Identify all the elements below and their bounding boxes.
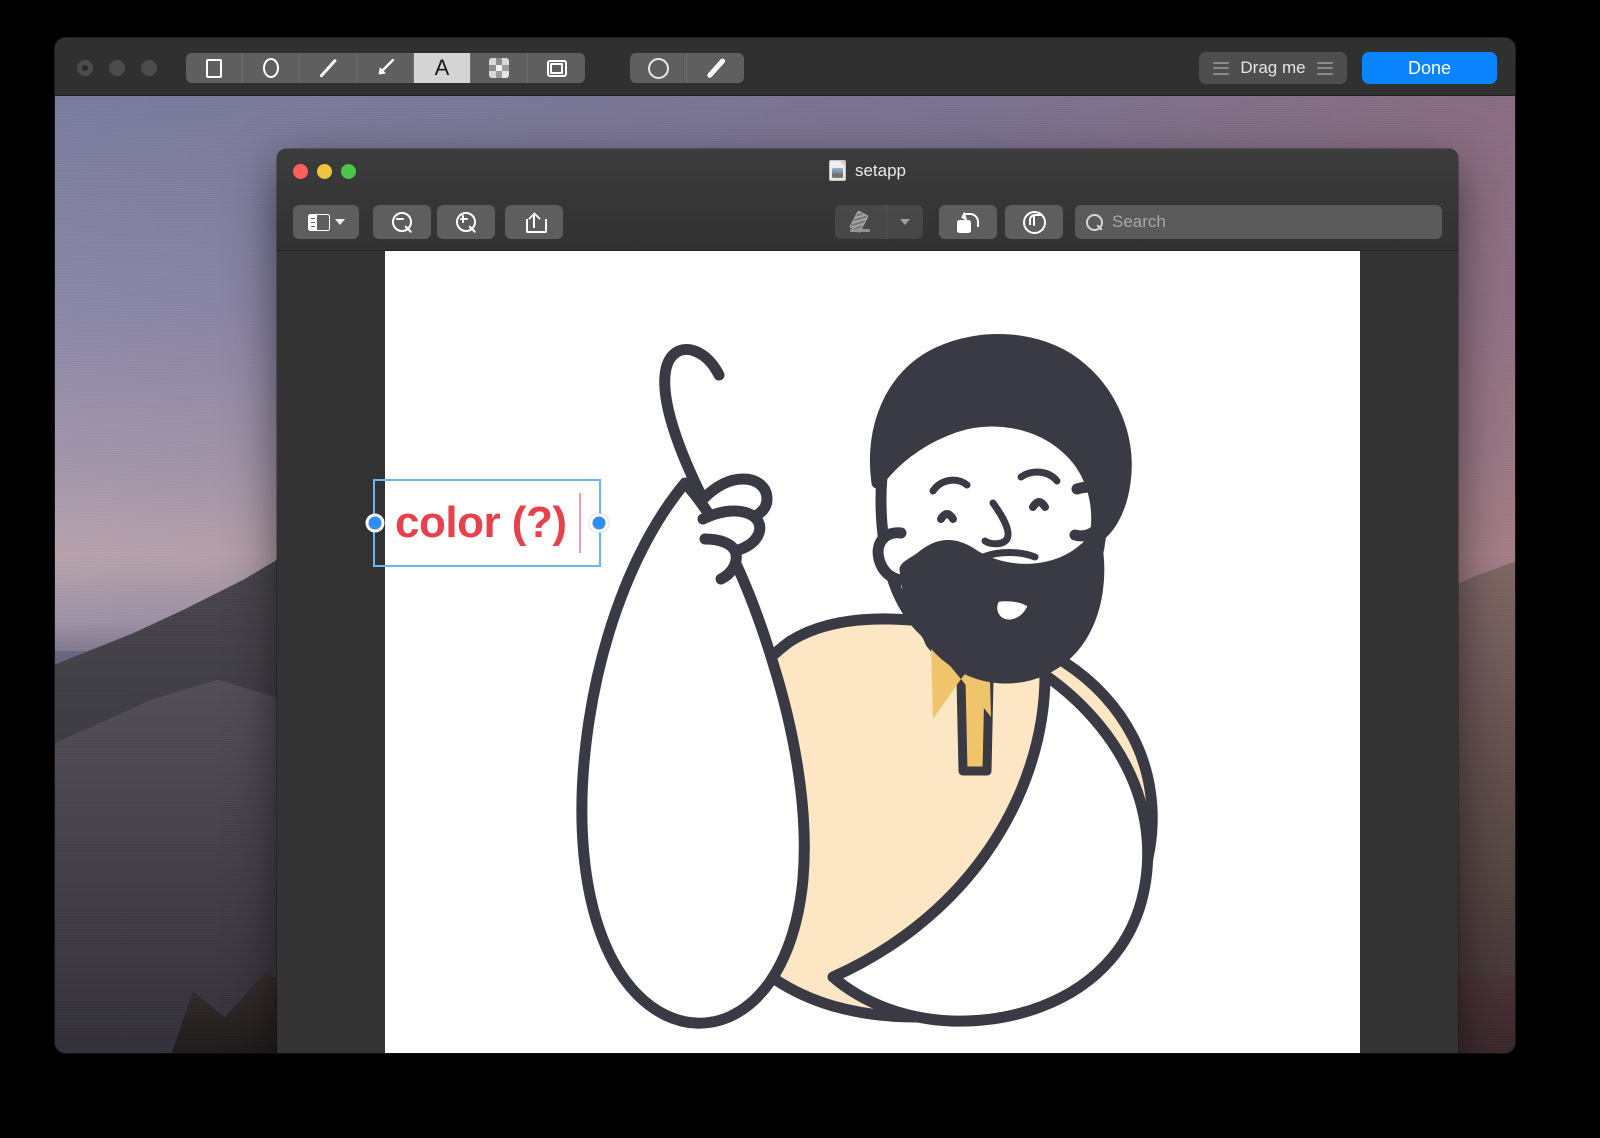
style-tool-group [630,53,744,83]
shape-tool-group: A [186,53,585,83]
resize-handle-left[interactable] [365,513,385,533]
zoom-in-button[interactable] [437,205,495,239]
search-field[interactable]: Search [1075,205,1442,239]
stroke-width-button[interactable] [687,53,744,83]
pixelate-icon [489,58,509,78]
chevron-down-icon [334,219,345,225]
share-icon [525,212,547,233]
rotate-left-button[interactable] [939,205,997,239]
rotate-left-icon [957,210,979,233]
done-button[interactable]: Done [1362,52,1497,84]
arrow-tool[interactable] [357,53,414,83]
stroke-line-icon [705,57,727,79]
capture-window-controls[interactable] [77,60,157,76]
preview-window: setapp Search color (?) [277,149,1458,1053]
ellipse-tool[interactable] [243,53,300,83]
markup-button[interactable] [835,205,887,239]
text-tool[interactable]: A [414,53,471,83]
sidebar-toggle-button[interactable] [293,205,359,239]
line-tool[interactable] [300,53,357,83]
screenshot-root: A Drag me Done setapp Search color (?) [0,0,1600,1138]
search-icon [1086,213,1103,231]
done-button-label: Done [1407,57,1452,78]
image-canvas[interactable] [385,251,1360,1053]
color-circle-icon [647,57,669,79]
resize-handle-right[interactable] [589,513,609,533]
markup-sign-icon [1022,210,1046,234]
magnifier-minus-icon [391,211,413,233]
arrow-icon [378,58,395,75]
search-placeholder: Search [1112,212,1166,231]
letter-a-icon: A [434,55,450,80]
rectangle-icon [206,58,222,78]
capture-dot-2[interactable] [109,60,125,76]
magnifier-plus-icon [455,211,477,233]
markup-tool-group [835,205,923,239]
markup-options-button[interactable] [887,205,923,239]
desktop-wallpaper: setapp Search color (?) [55,96,1515,1053]
annotation-text: color (?) [395,498,567,547]
capture-record-dot[interactable] [77,60,93,76]
drag-me-label: Drag me [1240,58,1306,77]
preview-toolbar: Search [277,194,1458,251]
preview-title-area: setapp [277,160,1458,181]
share-button[interactable] [505,205,563,239]
capture-toolbar: A Drag me Done [55,38,1515,96]
text-caret [578,493,581,553]
drag-me-button[interactable]: Drag me [1199,52,1347,84]
chevron-down-icon [900,219,910,225]
preview-content-area: color (?) [277,251,1458,1053]
screen-capture-window: A Drag me Done setapp Search color (?) [55,38,1515,1053]
frame-icon [546,59,567,77]
zoom-out-button[interactable] [373,205,431,239]
highlighter-pen-icon [849,211,872,233]
bearded-man-pointing-up-illustration [385,251,1360,1053]
highlight-frame-tool[interactable] [528,53,585,83]
grip-lines-icon-left [1213,61,1230,75]
preview-titlebar: setapp [277,149,1458,194]
ellipse-icon [263,58,279,78]
rectangle-tool[interactable] [186,53,243,83]
color-swatch-button[interactable] [630,53,687,83]
pixelate-tool[interactable] [471,53,528,83]
capture-dot-3[interactable] [141,60,157,76]
text-annotation-box[interactable]: color (?) [365,479,609,567]
sidebar-icon [307,213,330,231]
grip-lines-icon-right [1316,61,1333,75]
line-icon [318,58,339,79]
image-document-icon [828,160,846,181]
preview-title: setapp [854,160,907,180]
annotate-button[interactable] [1005,205,1063,239]
